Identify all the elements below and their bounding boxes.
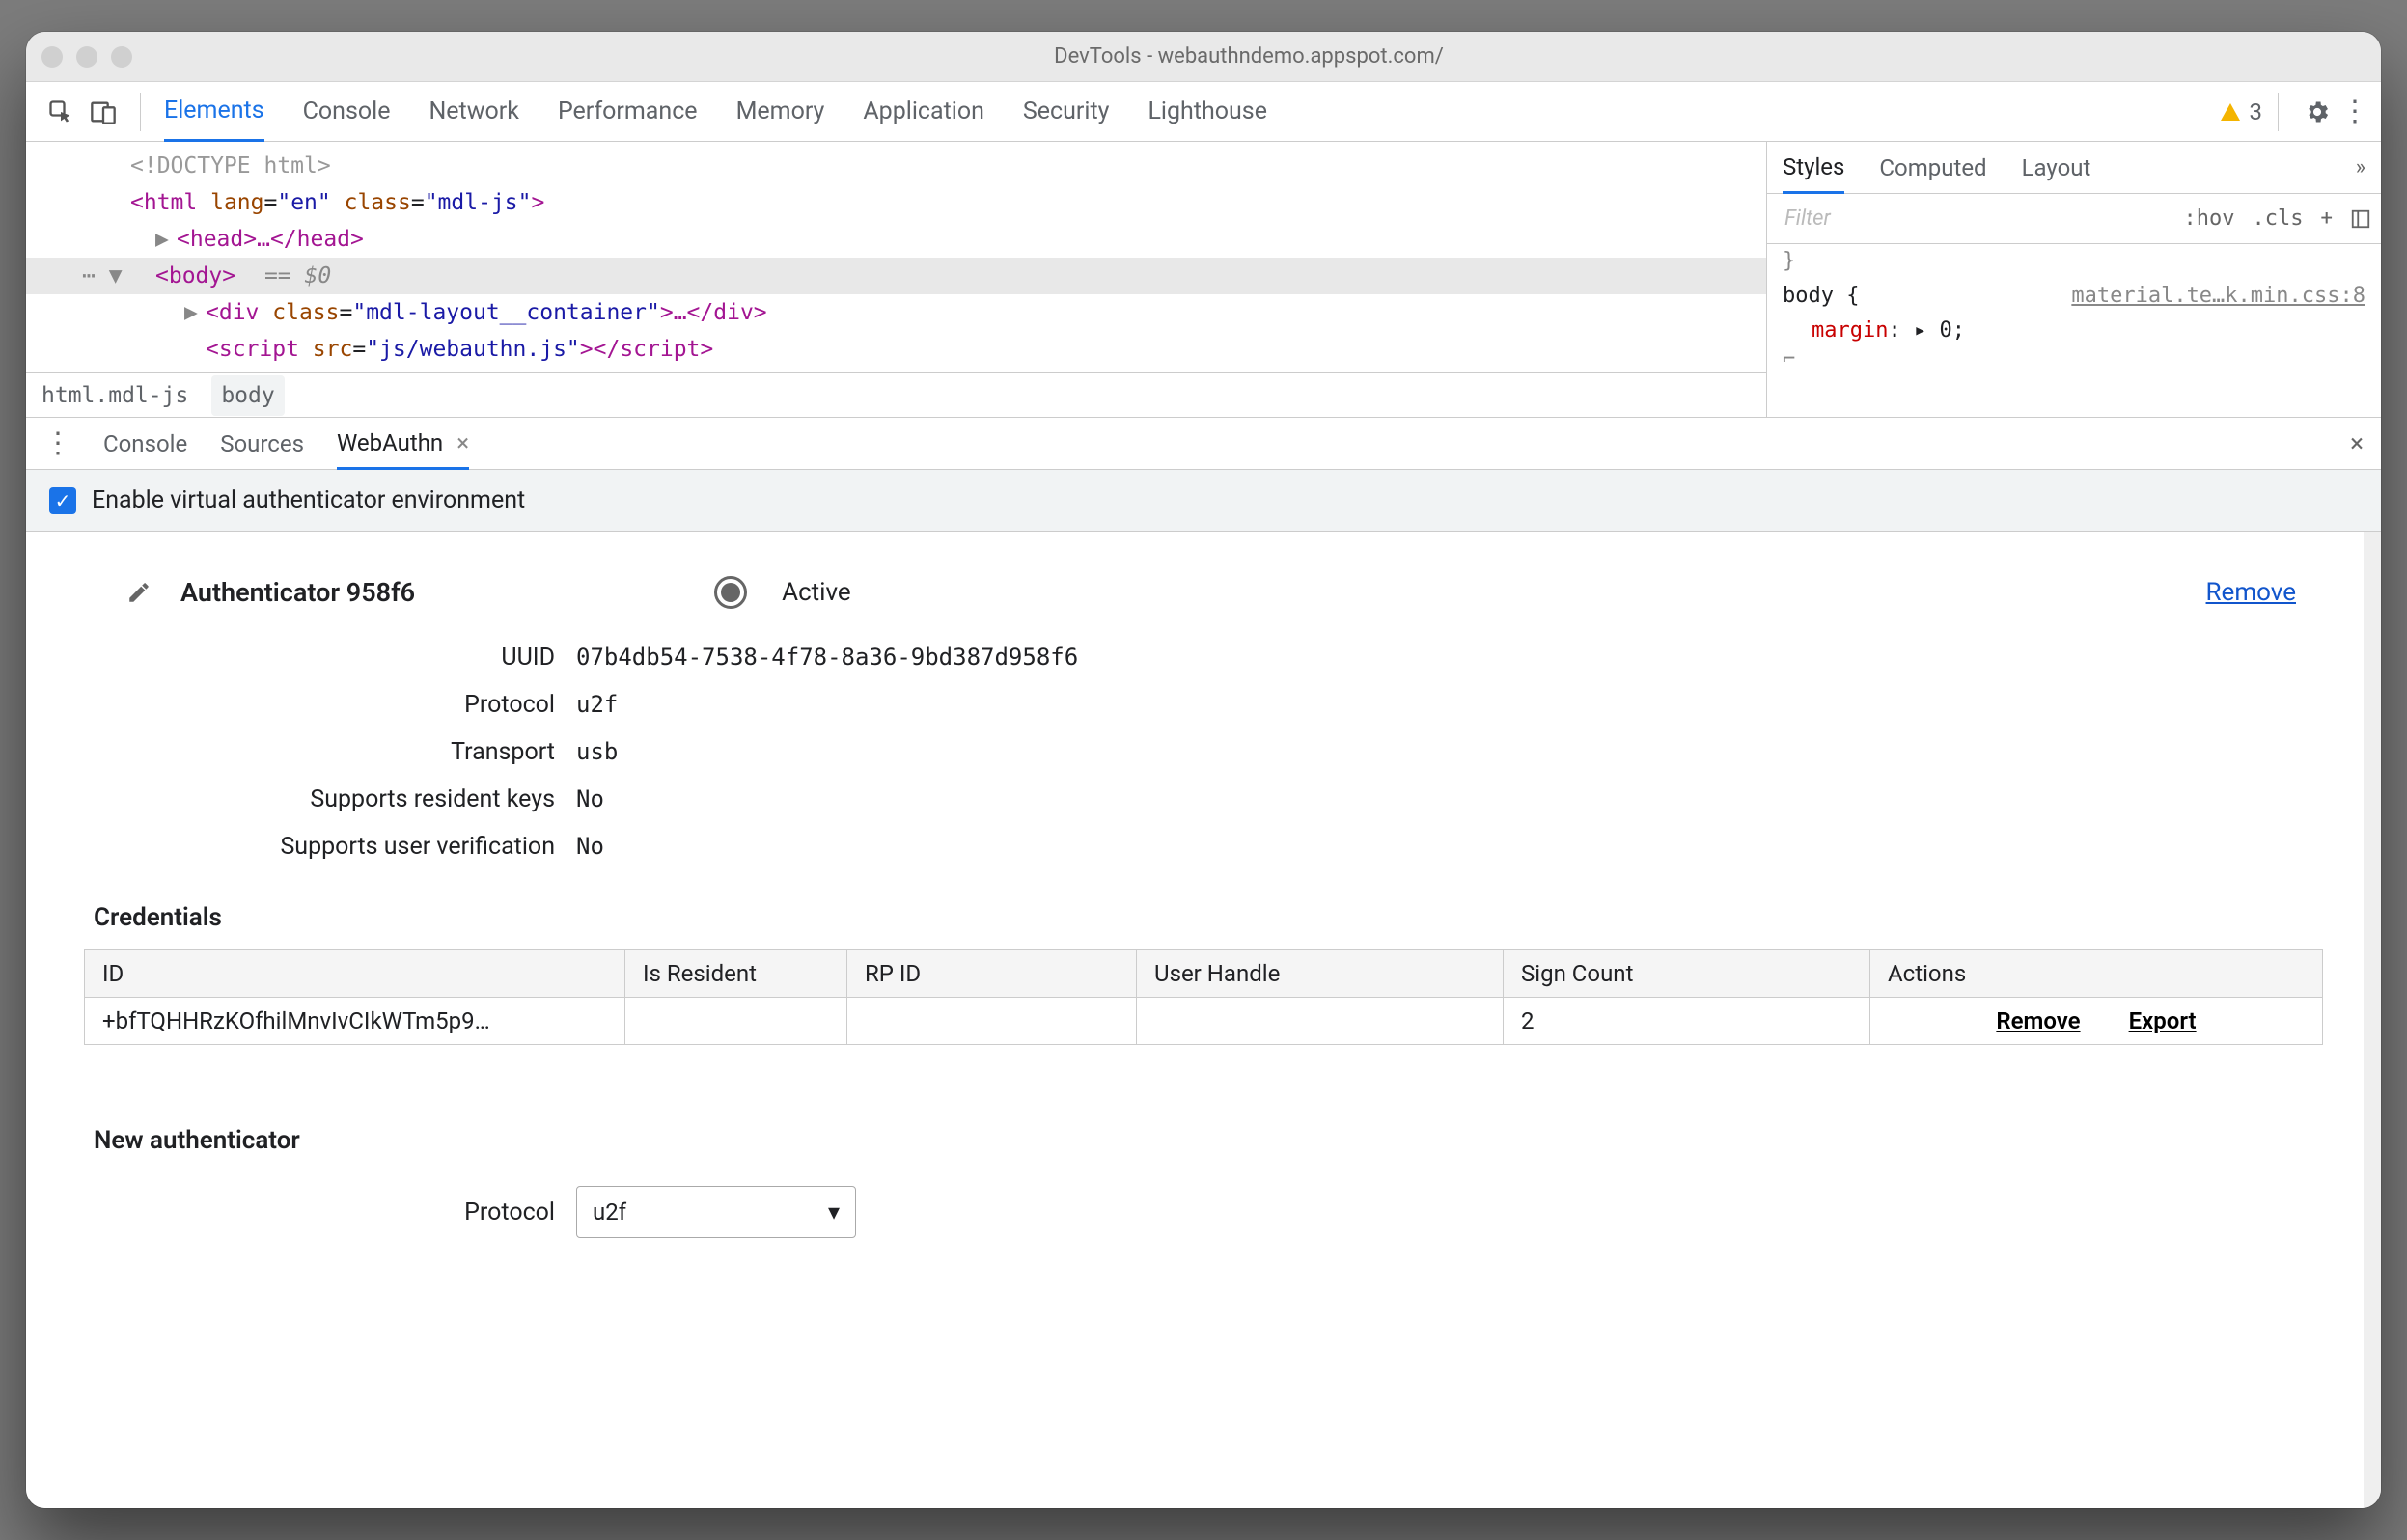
warnings-count: 3 (2250, 98, 2263, 125)
authenticator-active-label: Active (782, 578, 851, 607)
uuid-value: 07b4db54-7538-4f78-8a36-9bd387d958f6 (576, 644, 1078, 671)
tab-performance[interactable]: Performance (558, 82, 698, 141)
devtools-window: DevTools - webauthndemo.appspot.com/ Ele… (26, 32, 2381, 1508)
enable-authenticator-row: ✓ Enable virtual authenticator environme… (26, 470, 2381, 532)
window-title: DevTools - webauthndemo.appspot.com/ (132, 44, 2366, 69)
credential-remove-link[interactable]: Remove (1996, 1007, 2080, 1034)
computed-tab[interactable]: Computed (1879, 142, 1986, 193)
layout-tab[interactable]: Layout (2022, 142, 2091, 193)
styles-panel: Styles Computed Layout » Filter :hov .cl… (1767, 142, 2381, 417)
protocol-value: u2f (576, 691, 618, 718)
hov-button[interactable]: :hov (2184, 206, 2235, 231)
col-id[interactable]: ID (85, 950, 625, 998)
add-rule-button[interactable]: + (2321, 206, 2333, 231)
authenticator-active-radio[interactable] (714, 576, 747, 609)
main-tabs: Elements Console Network Performance Mem… (164, 82, 1267, 141)
credential-signcount: 2 (1504, 998, 1870, 1045)
col-signcount[interactable]: Sign Count (1504, 950, 1870, 998)
tab-network[interactable]: Network (429, 82, 518, 141)
transport-value: usb (576, 738, 618, 765)
source-link[interactable]: material.te…k.min.css:8 (2071, 279, 2366, 314)
user-verification-value: No (576, 833, 604, 860)
col-actions: Actions (1870, 950, 2323, 998)
edit-authenticator-icon[interactable] (126, 580, 152, 605)
cls-button[interactable]: .cls (2253, 206, 2304, 231)
drawer-close-icon[interactable]: × (2350, 429, 2364, 458)
new-protocol-select[interactable]: u2f ▾ (576, 1186, 856, 1238)
breadcrumb-body[interactable]: body (211, 375, 284, 416)
credential-row[interactable]: +bfTQHHRzKOfhilMnvIvCIkWTm5p9… 2 Remove … (85, 998, 2323, 1045)
window-titlebar: DevTools - webauthndemo.appspot.com/ (26, 32, 2381, 82)
tab-console[interactable]: Console (303, 82, 391, 141)
col-userhandle[interactable]: User Handle (1137, 950, 1504, 998)
credential-id: +bfTQHHRzKOfhilMnvIvCIkWTm5p9… (85, 998, 625, 1045)
sidebar-toggle-icon[interactable] (2350, 208, 2371, 230)
enable-authenticator-label: Enable virtual authenticator environment (92, 486, 525, 514)
styles-filter-input[interactable]: Filter (1777, 206, 2167, 231)
drawer-tabs: ⋮ Console Sources WebAuthn × × (26, 418, 2381, 470)
inspect-element-icon[interactable] (40, 91, 82, 133)
drawer-tab-webauthn[interactable]: WebAuthn × (337, 419, 469, 470)
chevron-down-icon: ▾ (828, 1198, 840, 1225)
new-protocol-label: Protocol (26, 1198, 576, 1226)
close-window-dot[interactable] (42, 46, 63, 68)
authenticator-details: UUID07b4db54-7538-4f78-8a36-9bd387d958f6… (26, 644, 2381, 861)
breadcrumb-html[interactable]: html.mdl-js (42, 377, 188, 414)
tab-memory[interactable]: Memory (736, 82, 825, 141)
zoom-window-dot[interactable] (111, 46, 132, 68)
traffic-lights (42, 46, 132, 68)
dom-selected-body[interactable]: <body> == $0 (26, 258, 1766, 294)
close-tab-icon[interactable]: × (456, 429, 469, 456)
styles-tab[interactable]: Styles (1783, 143, 1844, 194)
tab-elements[interactable]: Elements (164, 83, 264, 142)
credentials-table: ID Is Resident RP ID User Handle Sign Co… (84, 949, 2323, 1045)
warnings-badge[interactable]: 3 (2219, 98, 2263, 125)
device-toolbar-icon[interactable] (82, 91, 124, 133)
tab-lighthouse[interactable]: Lighthouse (1148, 82, 1267, 141)
authenticator-name: Authenticator 958f6 (180, 577, 415, 608)
drawer-tab-console[interactable]: Console (103, 418, 187, 469)
webauthn-body: Authenticator 958f6 Active Remove UUID07… (26, 532, 2381, 1508)
dom-tree[interactable]: <!DOCTYPE html> <html lang="en" class="m… (26, 142, 1767, 417)
credentials-heading: Credentials (94, 903, 2381, 932)
dom-doctype: <!DOCTYPE html> (130, 153, 331, 179)
drawer: ⋮ Console Sources WebAuthn × × ✓ Enable … (26, 418, 2381, 1508)
tab-application[interactable]: Application (863, 82, 984, 141)
styles-content[interactable]: } body { material.te…k.min.css:8 margin:… (1767, 244, 2381, 377)
separator (2278, 93, 2279, 131)
breadcrumb: html.mdl-js body (26, 372, 1766, 417)
col-resident[interactable]: Is Resident (625, 950, 847, 998)
credential-export-link[interactable]: Export (2129, 1007, 2197, 1034)
col-rpid[interactable]: RP ID (847, 950, 1137, 998)
minimize-window-dot[interactable] (76, 46, 97, 68)
remove-authenticator-link[interactable]: Remove (2206, 578, 2296, 607)
enable-authenticator-checkbox[interactable]: ✓ (49, 487, 76, 514)
new-authenticator-heading: New authenticator (94, 1126, 2381, 1155)
tab-security[interactable]: Security (1023, 82, 1110, 141)
separator (140, 93, 141, 131)
elements-panel: <!DOCTYPE html> <html lang="en" class="m… (26, 142, 2381, 418)
devtools-topbar: Elements Console Network Performance Mem… (26, 82, 2381, 142)
settings-gear-icon[interactable] (2304, 98, 2331, 125)
drawer-tab-sources[interactable]: Sources (220, 418, 304, 469)
drawer-menu-icon[interactable]: ⋮ (43, 426, 70, 460)
more-menu-icon[interactable]: ⋮ (2340, 95, 2367, 128)
resident-keys-value: No (576, 785, 604, 812)
more-tabs-icon[interactable]: » (2356, 155, 2366, 179)
